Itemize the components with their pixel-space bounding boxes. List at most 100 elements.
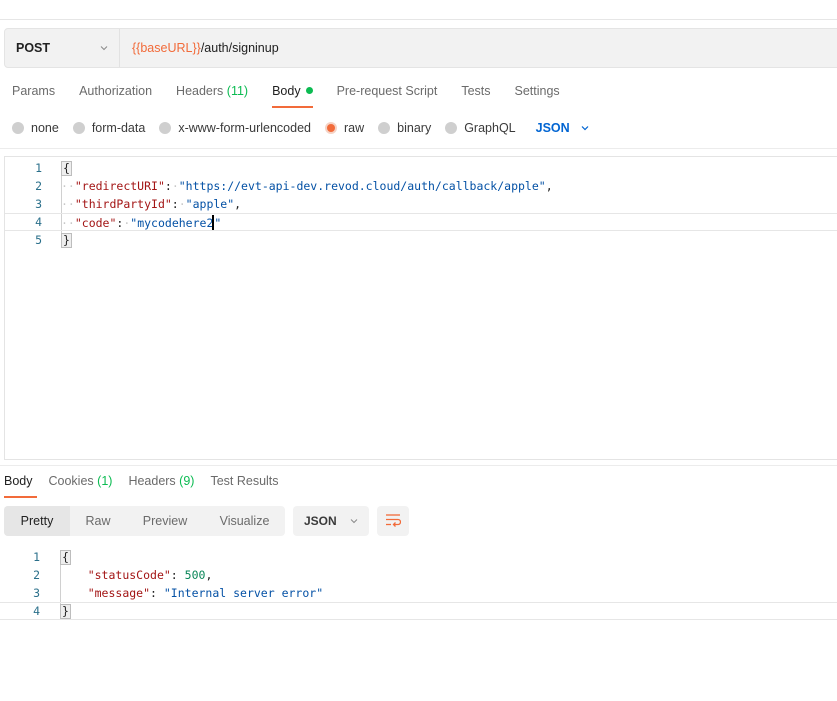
radio-indicator-checked[interactable] — [325, 122, 337, 134]
method-label: POST — [16, 41, 51, 55]
radio-label: none — [31, 121, 59, 135]
line-number: 4 — [33, 604, 40, 618]
response-tab-test-results[interactable]: Test Results — [202, 473, 286, 498]
json-value: "apple" — [185, 197, 235, 211]
tab-settings[interactable]: Settings — [503, 80, 572, 108]
tab-pre-request-script[interactable]: Pre-request Script — [325, 80, 450, 108]
top-divider — [0, 19, 837, 20]
json-key: "statusCode" — [87, 568, 171, 582]
radio-label: form-data — [91, 121, 146, 135]
editor-line: 5 } — [5, 231, 837, 249]
url-variable: {{baseURL}} — [132, 41, 201, 55]
radio-form-data[interactable]: form-data — [72, 121, 146, 135]
view-mode-visualize[interactable]: Visualize — [204, 506, 285, 536]
radio-raw[interactable]: raw — [325, 121, 364, 135]
close-brace: } — [60, 603, 71, 619]
tab-label: Headers — [128, 474, 176, 488]
radio-indicator[interactable] — [72, 122, 85, 134]
cookies-count: (1) — [97, 474, 113, 488]
url-path: /auth/signinup — [200, 41, 279, 55]
radio-x-www-form-urlencoded[interactable]: x-www-form-urlencoded — [159, 121, 311, 135]
tab-label: Params — [12, 84, 56, 98]
method-select[interactable]: POST — [5, 29, 120, 67]
section-divider — [0, 148, 837, 149]
tab-body[interactable]: Body — [260, 80, 325, 108]
url-input[interactable]: {{baseURL}}/auth/signinup — [120, 41, 837, 55]
radio-label: binary — [397, 121, 432, 135]
tab-params[interactable]: Params — [0, 80, 67, 108]
format-label: JSON — [304, 514, 337, 528]
radio-label: GraphQL — [464, 121, 516, 135]
view-mode-preview[interactable]: Preview — [126, 506, 204, 536]
radio-none[interactable]: none — [12, 121, 59, 135]
radio-label: raw — [344, 121, 365, 135]
tab-label: Headers — [176, 84, 224, 98]
response-tabs: Body Cookies (1) Headers (9) Test Result… — [0, 473, 287, 499]
response-tab-cookies[interactable]: Cookies (1) — [41, 473, 121, 498]
line-number: 2 — [33, 568, 40, 582]
language-label: JSON — [535, 121, 570, 135]
section-divider — [0, 465, 837, 466]
json-number: 500 — [184, 568, 206, 582]
tab-authorization[interactable]: Authorization — [67, 80, 164, 108]
request-url-bar: POST {{baseURL}}/auth/signinup — [4, 28, 837, 68]
editor-line: 2 ··"redirectURI":·"https://evt-api-dev.… — [5, 177, 837, 195]
tab-label: Tests — [461, 84, 491, 98]
json-comma: , — [545, 179, 553, 193]
tab-tests[interactable]: Tests — [449, 80, 502, 108]
open-brace: { — [60, 549, 71, 565]
radio-indicator[interactable] — [378, 122, 391, 134]
response-tab-body[interactable]: Body — [0, 473, 41, 498]
headers-count: (11) — [226, 84, 249, 98]
open-brace: { — [61, 160, 72, 176]
radio-binary[interactable]: binary — [378, 121, 431, 135]
response-body-viewer[interactable]: 1 { 2 "statusCode": 500, 3 "message": "I… — [0, 548, 837, 628]
line-number: 3 — [33, 586, 40, 600]
response-view-mode-group: Pretty Raw Preview Visualize — [4, 506, 285, 536]
line-number: 4 — [35, 215, 42, 229]
chevron-down-icon — [580, 123, 590, 133]
line-number: 3 — [35, 197, 42, 211]
response-line: 3 "message": "Internal server error" — [0, 584, 837, 602]
json-key: "redirectURI" — [74, 179, 165, 193]
response-format-select[interactable]: JSON — [293, 506, 369, 536]
line-number: 1 — [35, 161, 42, 175]
radio-indicator[interactable] — [159, 122, 172, 134]
json-value-end: " — [214, 215, 222, 230]
request-body-editor[interactable]: 1 { 2 ··"redirectURI":·"https://evt-api-… — [4, 156, 837, 460]
chevron-down-icon — [99, 43, 109, 53]
radio-label: x-www-form-urlencoded — [178, 121, 311, 135]
tab-label: Body — [4, 474, 33, 488]
tab-label: Cookies — [48, 474, 94, 488]
json-comma: , — [234, 197, 242, 211]
response-tab-headers[interactable]: Headers (9) — [120, 473, 202, 498]
radio-indicator[interactable] — [445, 122, 458, 134]
view-mode-raw[interactable]: Raw — [70, 506, 126, 536]
json-key: "message" — [87, 586, 151, 600]
response-line-current: 4 } — [0, 602, 837, 620]
tab-headers[interactable]: Headers (11) — [164, 80, 260, 108]
json-value: "https://evt-api-dev.revod.cloud/auth/ca… — [178, 179, 546, 193]
json-key: "code" — [74, 215, 117, 230]
radio-indicator[interactable] — [12, 122, 24, 134]
tab-label: Settings — [514, 84, 560, 98]
view-mode-pretty[interactable]: Pretty — [4, 506, 70, 536]
close-brace: } — [61, 232, 72, 248]
radio-graphql[interactable]: GraphQL — [445, 121, 516, 135]
wrap-lines-button[interactable] — [377, 506, 409, 536]
raw-language-select[interactable]: JSON — [536, 121, 590, 135]
line-number: 2 — [35, 179, 42, 193]
tab-label: Body — [272, 84, 301, 98]
tab-label: Test Results — [210, 474, 279, 488]
body-type-radio-group: none form-data x-www-form-urlencoded raw… — [12, 119, 590, 137]
response-line: 1 { — [0, 548, 837, 566]
json-value: "Internal server error" — [163, 586, 324, 600]
editor-line: 3 ··"thirdPartyId":·"apple", — [5, 195, 837, 213]
chevron-down-icon — [349, 516, 359, 526]
tab-label: Pre-request Script — [336, 84, 438, 98]
body-indicator-dot — [305, 87, 313, 94]
editor-line-current: 4 ··"code":·"mycodehere2" — [5, 213, 837, 231]
headers-count: (9) — [179, 474, 195, 488]
json-comma: , — [205, 568, 213, 582]
editor-line: 1 { — [5, 159, 837, 177]
